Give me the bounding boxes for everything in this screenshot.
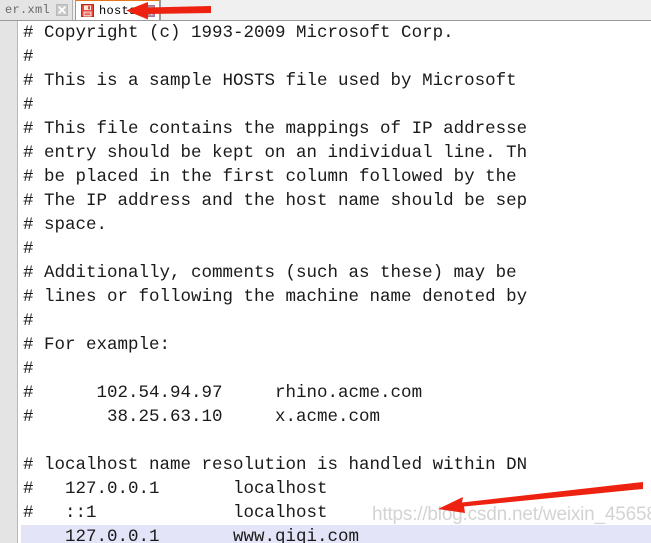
floppy-save-icon (81, 4, 95, 17)
code-line-current: 127.0.0.1 www.qiqi.com (21, 525, 651, 543)
code-line: # space. (23, 215, 108, 235)
editor-area[interactable]: # Copyright (c) 1993-2009 Microsoft Corp… (0, 21, 651, 543)
tab-label: er.xml (5, 3, 51, 17)
code-line: # 127.0.0.1 localhost (23, 479, 328, 499)
code-line: # 102.54.94.97 rhino.acme.com (23, 383, 423, 403)
code-line: # (23, 359, 34, 379)
code-line: # This file contains the mappings of IP … (23, 119, 528, 139)
code-line: # For example: (23, 335, 171, 355)
code-line: # localhost name resolution is handled w… (23, 455, 528, 475)
tab-bar-empty-area (159, 0, 651, 20)
tab-label: hosts (99, 3, 137, 18)
code-line: # The IP address and the host name shoul… (23, 191, 528, 211)
code-line: # be placed in the first column followed… (23, 167, 517, 187)
code-line: # Additionally, comments (such as these)… (23, 263, 517, 283)
code-line: # (23, 47, 34, 67)
code-line: # lines or following the machine name de… (23, 287, 528, 307)
close-icon[interactable] (142, 4, 155, 17)
tab-er-xml[interactable]: er.xml (0, 0, 74, 20)
code-content[interactable]: # Copyright (c) 1993-2009 Microsoft Corp… (21, 21, 651, 543)
code-line: # Copyright (c) 1993-2009 Microsoft Corp… (23, 23, 454, 43)
code-line: # entry should be kept on an individual … (23, 143, 528, 163)
tab-bar: er.xml hosts (0, 0, 651, 21)
code-line: # 38.25.63.10 x.acme.com (23, 407, 381, 427)
code-line: # ::1 localhost (23, 503, 328, 523)
code-line: # (23, 95, 34, 115)
close-icon[interactable] (56, 4, 69, 16)
tab-hosts[interactable]: hosts (75, 0, 160, 20)
code-line: # (23, 311, 34, 331)
code-line: # This is a sample HOSTS file used by Mi… (23, 71, 517, 91)
editor-gutter (0, 21, 18, 543)
code-line: # (23, 239, 34, 259)
